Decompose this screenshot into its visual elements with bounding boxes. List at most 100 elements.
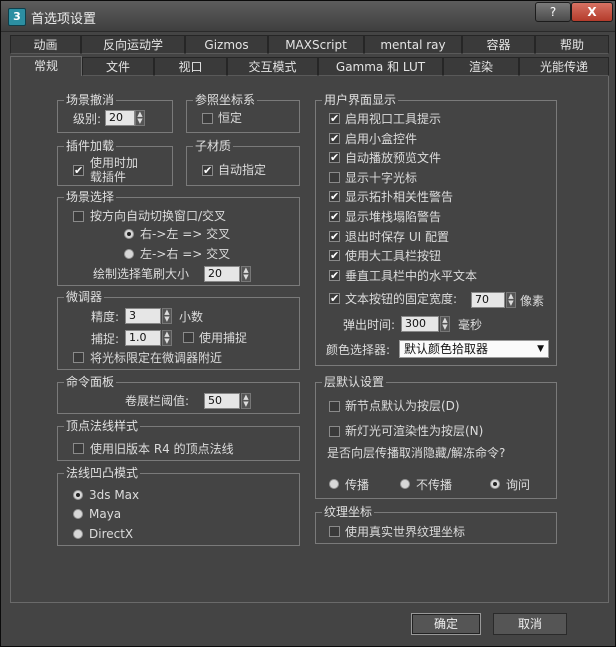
group-title: 命令面板 <box>64 374 117 390</box>
tab-files[interactable]: 文件 <box>82 57 154 76</box>
new-node-bylayer-checkbox[interactable] <box>329 401 340 412</box>
auto-window-crossing-checkbox[interactable] <box>73 211 84 222</box>
fixed-width-field[interactable]: 70 <box>471 292 505 308</box>
rollup-threshold-spinner-arrows[interactable]: ▲ ▼ <box>241 393 251 409</box>
group-title: 纹理坐标 <box>322 504 375 520</box>
close-button[interactable]: X <box>571 2 613 22</box>
brush-size-label: 绘制选择笔刷大小 <box>93 267 190 281</box>
bump-maya-radio[interactable] <box>73 509 83 519</box>
color-picker-label: 颜色选择器: <box>326 343 391 357</box>
tab-help[interactable]: 帮助 <box>535 35 609 54</box>
ui-display-checkbox[interactable]: ✔ <box>329 250 340 262</box>
tab-rendering[interactable]: 渲染 <box>443 57 519 76</box>
ui-display-label: 显示堆栈塌陷警告 <box>345 210 442 224</box>
new-light-bylayer-label: 新灯光可渲染性为按层(N) <box>345 424 484 438</box>
ui-display-checkbox[interactable]: ✔ <box>329 113 340 124</box>
ui-display-label: 使用大工具栏按钮 <box>345 249 442 264</box>
group-title: 顶点法线样式 <box>64 418 141 434</box>
tab-interaction-mode[interactable]: 交互模式 <box>227 57 318 76</box>
tab-gizmos[interactable]: Gizmos <box>185 35 268 54</box>
bump-3dsmax-radio[interactable] <box>73 490 83 500</box>
flyout-time-spinner-arrows[interactable]: ▲ ▼ <box>440 316 450 332</box>
flyout-time-unit: 毫秒 <box>458 318 483 332</box>
color-picker-dropdown[interactable]: 默认颜色拾取器 ▼ <box>399 340 549 358</box>
ui-display-checkbox[interactable] <box>329 171 340 183</box>
fixed-width-unit: 像素 <box>520 294 545 308</box>
brush-size-field[interactable]: 20 <box>204 266 240 282</box>
load-on-use-label-1: 使用时加 <box>90 156 139 170</box>
ui-display-checkbox[interactable]: ✔ <box>329 269 340 281</box>
wrap-cursor-checkbox[interactable] <box>73 352 84 363</box>
tab-inverse-kinematics[interactable]: 反向运动学 <box>81 35 185 54</box>
legacy-vertex-normals-checkbox[interactable] <box>73 443 84 454</box>
help-button[interactable]: ? <box>535 2 571 22</box>
ui-display-checkbox[interactable]: ✔ <box>329 211 340 222</box>
constant-checkbox[interactable] <box>202 113 213 124</box>
ui-display-label: 启用小盒控件 <box>345 131 418 146</box>
precision-spinner-arrows[interactable]: ▲ ▼ <box>162 308 172 324</box>
bump-directx-label: DirectX <box>89 527 134 541</box>
rollup-threshold-label: 卷展栏阈值: <box>125 394 190 408</box>
tab-animation[interactable]: 动画 <box>10 35 81 54</box>
rollup-threshold-field[interactable]: 50 <box>204 393 240 409</box>
flyout-time-field[interactable]: 300 <box>401 316 439 332</box>
group-title: 层默认设置 <box>322 374 387 390</box>
cancel-button[interactable]: 取消 <box>493 613 567 635</box>
use-snap-checkbox[interactable] <box>183 332 194 343</box>
snap-spinner-arrows[interactable]: ▲ ▼ <box>162 330 172 346</box>
fixed-width-checkbox[interactable]: ✔ <box>329 293 340 304</box>
title-bar: 3 首选项设置 ? X <box>1 1 615 32</box>
auto-window-crossing-label: 按方向自动切换窗口/交叉 <box>90 209 227 223</box>
precision-field[interactable]: 3 <box>125 308 161 324</box>
rtl-crossing-radio[interactable] <box>124 229 134 239</box>
tab-gamma-lut[interactable]: Gamma 和 LUT <box>318 57 443 76</box>
color-picker-value: 默认颜色拾取器 <box>404 342 489 356</box>
group-title: 场景撤消 <box>64 92 117 108</box>
ui-display-label: 启用视口工具提示 <box>345 112 442 126</box>
group-title: 用户界面显示 <box>322 92 399 108</box>
flyout-time-label: 弹出时间: <box>343 318 396 332</box>
load-on-use-checkbox[interactable]: ✔ <box>73 165 84 176</box>
snap-label: 捕捉: <box>91 332 120 346</box>
ask-radio[interactable] <box>490 479 500 489</box>
snap-field[interactable]: 1.0 <box>125 330 161 346</box>
ui-display-label: 退出时保存 UI 配置 <box>345 229 449 244</box>
ask-label: 询问 <box>506 478 531 492</box>
ui-display-checkbox[interactable]: ✔ <box>329 132 340 144</box>
tab-mental-ray[interactable]: mental ray <box>364 35 462 54</box>
no-propagate-radio[interactable] <box>400 479 410 489</box>
propagate-label: 传播 <box>345 478 370 492</box>
load-on-use-label-2: 载插件 <box>90 170 127 184</box>
ui-display-checkbox[interactable]: ✔ <box>329 152 340 164</box>
group-title: 参照坐标系 <box>193 92 258 108</box>
fixed-width-label: 文本按钮的固定宽度: <box>345 292 458 306</box>
new-node-bylayer-label: 新节点默认为按层(D) <box>345 399 460 413</box>
tab-general[interactable]: 常规 <box>10 56 82 76</box>
ui-display-checkbox[interactable]: ✔ <box>329 191 340 203</box>
brush-size-spinner-arrows[interactable]: ▲ ▼ <box>241 266 251 282</box>
chevron-down-icon: ▼ <box>537 344 544 354</box>
bump-maya-label: Maya <box>89 507 122 521</box>
ltr-crossing-radio[interactable] <box>124 249 134 259</box>
propagate-radio[interactable] <box>329 479 339 489</box>
window-title: 首选项设置 <box>31 12 97 27</box>
ui-display-checkbox[interactable]: ✔ <box>329 230 340 242</box>
auto-assign-label: 自动指定 <box>218 163 267 177</box>
group-title: 子材质 <box>193 138 234 154</box>
ok-button[interactable]: 确定 <box>411 613 481 635</box>
tab-containers[interactable]: 容器 <box>462 35 535 54</box>
tab-maxscript[interactable]: MAXScript <box>268 35 364 54</box>
wrap-cursor-label: 将光标限定在微调器附近 <box>90 351 223 365</box>
new-light-bylayer-checkbox[interactable] <box>329 426 340 437</box>
undo-levels-field[interactable]: 20 <box>105 110 135 126</box>
real-world-coords-checkbox[interactable] <box>329 526 340 537</box>
undo-levels-spinner-arrows[interactable]: ▲ ▼ <box>135 110 145 126</box>
group-title: 场景选择 <box>64 189 117 205</box>
auto-assign-checkbox[interactable]: ✔ <box>202 165 213 176</box>
use-snap-label: 使用捕捉 <box>199 331 248 345</box>
bump-directx-radio[interactable] <box>73 529 83 539</box>
tab-viewports[interactable]: 视口 <box>154 57 227 76</box>
fixed-width-spinner-arrows[interactable]: ▲ ▼ <box>506 292 516 308</box>
tab-radiosity[interactable]: 光能传递 <box>519 57 609 76</box>
ui-display-label: 垂直工具栏中的水平文本 <box>345 268 478 283</box>
